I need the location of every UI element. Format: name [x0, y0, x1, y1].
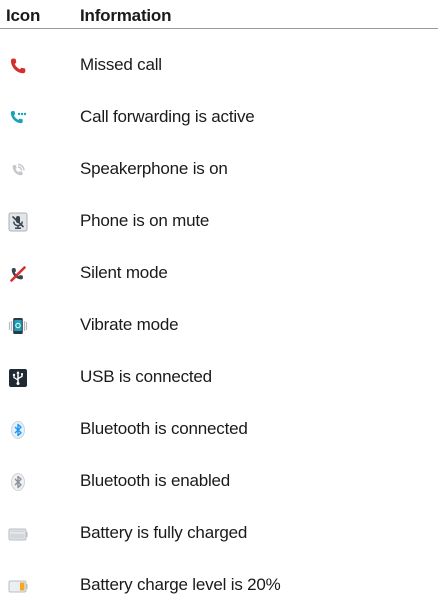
silent-mode-icon	[8, 264, 28, 284]
row-description: Battery charge level is 20%	[80, 575, 281, 594]
row-description: Battery is fully charged	[80, 523, 248, 542]
table-row: Battery charge level is 20%	[0, 566, 438, 606]
call-forwarding-icon	[8, 108, 28, 128]
usb-icon	[8, 368, 28, 388]
row-description: Speakerphone is on	[80, 159, 228, 178]
icon-information-table: Icon Information Missed call Call forwar…	[0, 0, 438, 614]
row-description: USB is connected	[80, 367, 212, 386]
information-column-header: Information	[80, 6, 172, 25]
vibrate-mode-icon	[8, 316, 28, 336]
battery-full-icon	[8, 524, 28, 544]
table-row: Battery is fully charged	[0, 514, 438, 554]
table-row: Silent mode	[0, 254, 438, 294]
row-description: Bluetooth is enabled	[80, 471, 231, 490]
microphone-mute-icon	[8, 212, 28, 232]
icon-column-header: Icon	[6, 6, 41, 25]
table-row: Phone is on mute	[0, 202, 438, 242]
row-description: Bluetooth is connected	[80, 419, 248, 438]
table-row: Speakerphone is on	[0, 150, 438, 190]
row-description: Phone is on mute	[80, 211, 210, 230]
table-header: Icon Information	[0, 0, 438, 29]
row-description: Missed call	[80, 55, 162, 74]
bluetooth-connected-icon	[8, 420, 28, 440]
table-row: Call forwarding is active	[0, 98, 438, 138]
missed-call-icon	[8, 56, 28, 76]
battery-20-icon	[8, 576, 28, 596]
table-row: Bluetooth is connected	[0, 410, 438, 450]
table-row: USB is connected	[0, 358, 438, 398]
row-description: Vibrate mode	[80, 315, 179, 334]
bluetooth-enabled-icon	[8, 472, 28, 492]
speakerphone-icon	[8, 160, 28, 180]
table-row: Bluetooth is enabled	[0, 462, 438, 502]
row-description: Call forwarding is active	[80, 107, 255, 126]
table-row: Vibrate mode	[0, 306, 438, 346]
row-description: Silent mode	[80, 263, 168, 282]
table-row: Missed call	[0, 46, 438, 86]
